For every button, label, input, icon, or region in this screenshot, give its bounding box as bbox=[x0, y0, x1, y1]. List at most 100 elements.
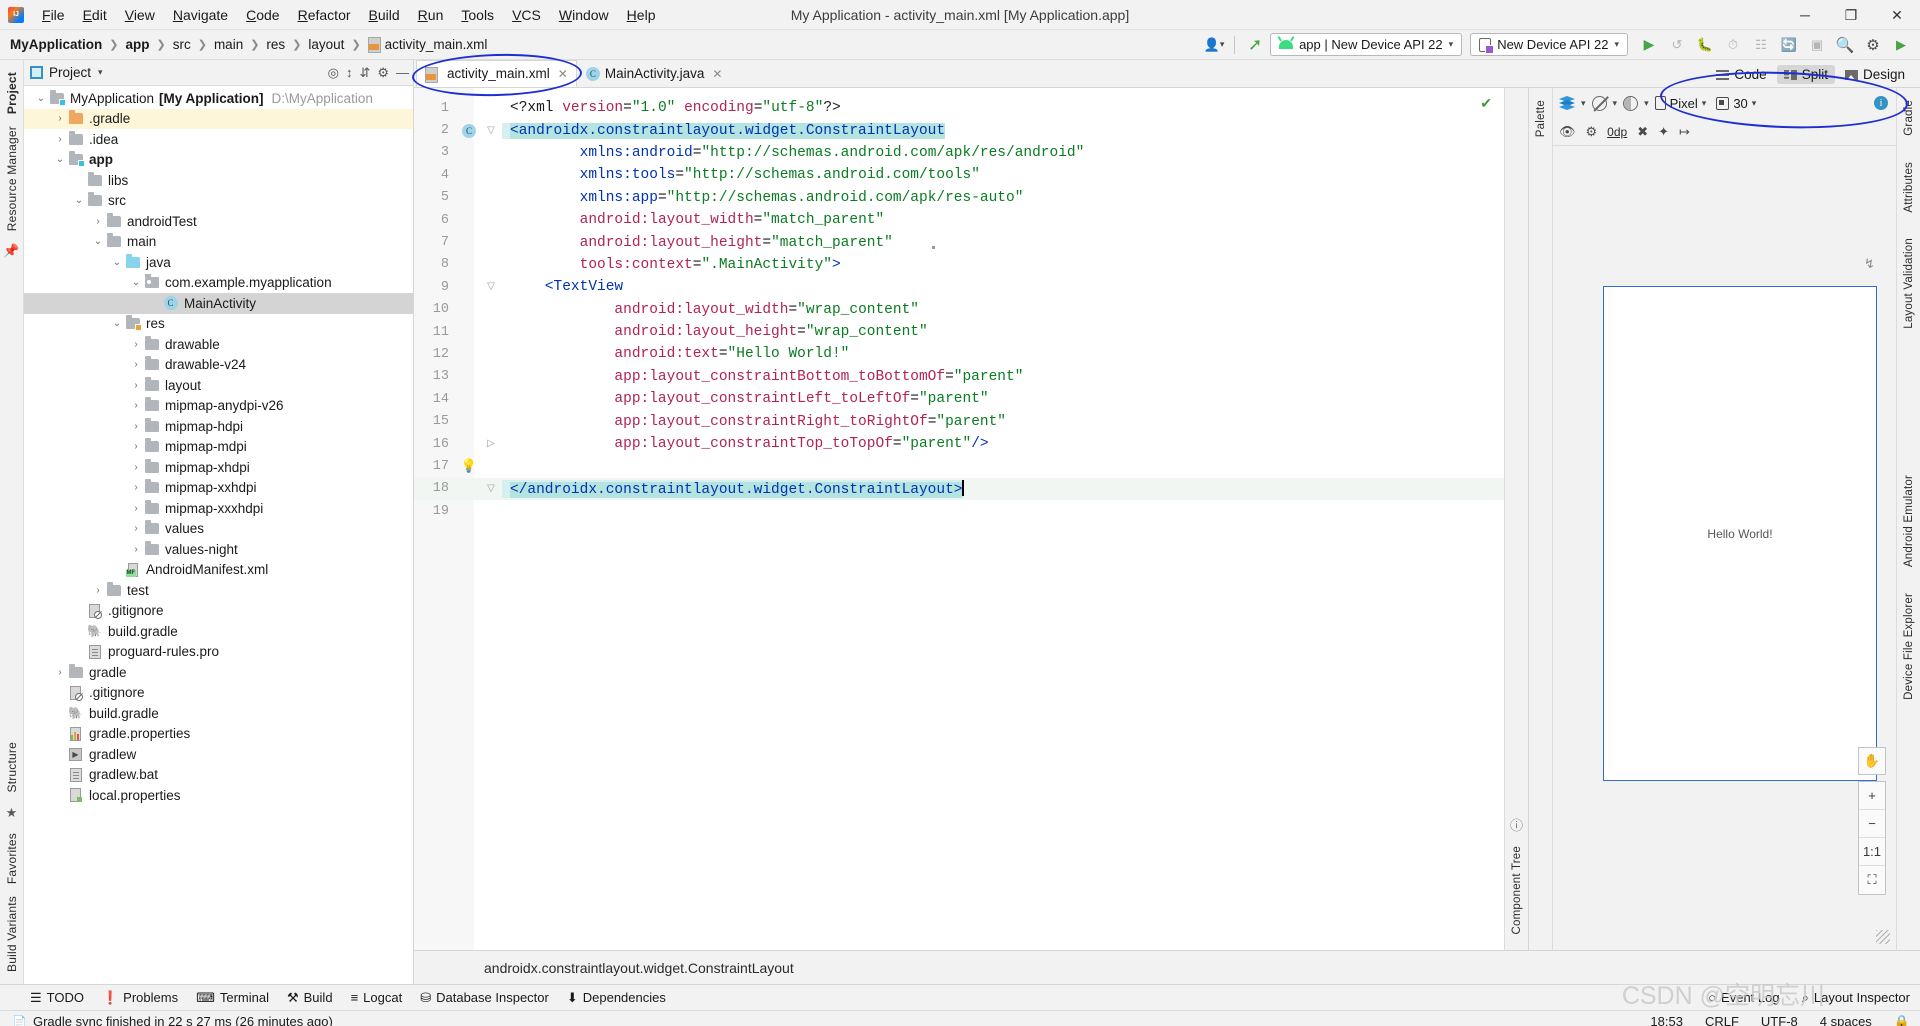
tree-node-androidmanifest-xml[interactable]: MF AndroidManifest.xml bbox=[24, 560, 413, 581]
code-line-14[interactable]: 14 app:layout_constraintLeft_toLeftOf="p… bbox=[414, 388, 1504, 410]
tree-node--gradle[interactable]: › .gradle bbox=[24, 108, 413, 129]
tool-window-layout-inspector[interactable]: ⌕ Layout Inspector bbox=[1802, 990, 1910, 1006]
status-encoding[interactable]: UTF-8 bbox=[1761, 1014, 1798, 1026]
device-selector[interactable]: New Device API 22 ▾ bbox=[1470, 33, 1628, 56]
code-line-12[interactable]: 12 android:text="Hello World!" bbox=[414, 343, 1504, 365]
code-line-16[interactable]: 16 ▷ app:layout_constraintTop_toTopOf="pa… bbox=[414, 433, 1504, 455]
design-mode-icon[interactable] bbox=[1559, 96, 1575, 110]
tree-node-mipmap-anydpi-v26[interactable]: › mipmap-anydpi-v26 bbox=[24, 396, 413, 417]
tree-node-mipmap-xxxhdpi[interactable]: › mipmap-xxxhdpi bbox=[24, 498, 413, 519]
tree-node-mipmap-xxhdpi[interactable]: › mipmap-xxhdpi bbox=[24, 478, 413, 499]
tool-window-problems[interactable]: ❗ Problems bbox=[102, 990, 178, 1006]
code-line-18[interactable]: 18 ▽ </androidx.constraintlayout.widget.Co… bbox=[414, 477, 1504, 501]
tree-node-layout[interactable]: › layout bbox=[24, 375, 413, 396]
menu-item-file[interactable]: File bbox=[33, 3, 74, 27]
tree-expander-icon[interactable]: › bbox=[91, 216, 105, 227]
status-lock-icon[interactable]: 🔒 bbox=[1894, 1014, 1910, 1026]
tool-window-build[interactable]: ⚒ Build bbox=[287, 990, 333, 1006]
settings-gear-icon[interactable]: ⚙ bbox=[1860, 33, 1886, 57]
close-icon[interactable]: ✕ bbox=[712, 67, 722, 81]
tree-node-values[interactable]: › values bbox=[24, 519, 413, 540]
project-tree[interactable]: ⌄ MyApplication [My Application] D:\MyAppli… bbox=[24, 86, 413, 984]
code-line-13[interactable]: 13 app:layout_constraintBottom_toBottomO… bbox=[414, 366, 1504, 388]
tree-expander-icon[interactable]: › bbox=[129, 421, 143, 432]
default-margin-value[interactable]: 0dp bbox=[1607, 125, 1627, 139]
sidebar-tab-resource-manager[interactable]: Resource Manager bbox=[3, 120, 21, 237]
tree-expander-icon[interactable]: › bbox=[129, 400, 143, 411]
close-icon[interactable]: ✕ bbox=[558, 67, 568, 81]
code-line-10[interactable]: 10 android:layout_width="wrap_content" bbox=[414, 299, 1504, 321]
sidebar-tab-structure[interactable]: Structure bbox=[3, 736, 21, 799]
menu-item-help[interactable]: Help bbox=[618, 3, 665, 27]
run-configuration-selector[interactable]: app | New Device API 22 ▾ bbox=[1270, 33, 1463, 56]
panel-settings-gear-icon[interactable]: ⚙ bbox=[377, 65, 389, 81]
menu-item-tools[interactable]: Tools bbox=[452, 3, 503, 27]
sidebar-tab-project[interactable]: Project bbox=[3, 66, 21, 120]
collapse-all-icon[interactable]: ⇵ bbox=[359, 65, 370, 81]
tab-palette[interactable]: Palette bbox=[1533, 94, 1549, 143]
menu-item-refactor[interactable]: Refactor bbox=[289, 3, 360, 27]
warning-icon[interactable]: ⓘ bbox=[1510, 815, 1523, 834]
sidebar-tab-attributes[interactable]: Attributes bbox=[1901, 156, 1917, 219]
maximize-button[interactable]: ❐ bbox=[1828, 0, 1874, 30]
attach-debugger-icon[interactable]: ☷ bbox=[1748, 33, 1774, 57]
sidebar-tab-layout-validation[interactable]: Layout Validation bbox=[1901, 232, 1917, 335]
tree-node-res[interactable]: ⌄ res bbox=[24, 314, 413, 335]
tool-window-dependencies[interactable]: ⬇ Dependencies bbox=[567, 990, 666, 1006]
tree-node-values-night[interactable]: › values-night bbox=[24, 539, 413, 560]
tree-node-app[interactable]: ⌄ app bbox=[24, 150, 413, 171]
profile-icon[interactable]: ⏱ bbox=[1720, 33, 1746, 57]
tree-node-java[interactable]: ⌄ java bbox=[24, 252, 413, 273]
info-badge[interactable]: i bbox=[1874, 96, 1888, 110]
baseline-align-icon[interactable]: ↦ bbox=[1679, 124, 1690, 140]
intention-bulb-icon[interactable]: 💡 bbox=[461, 459, 477, 474]
show-constraints-icon[interactable]: 👁 bbox=[1559, 124, 1576, 140]
tree-node--gitignore[interactable]: .gitignore bbox=[24, 683, 413, 704]
view-mode-design-button[interactable]: Design bbox=[1838, 65, 1912, 84]
breadcrumb-item-activity-main-xml[interactable]: activity_main.xml bbox=[366, 36, 490, 53]
sync-gradle-icon[interactable]: 🔄 bbox=[1776, 33, 1802, 57]
tool-window-event-log[interactable]: ○ Event Log bbox=[1708, 990, 1779, 1005]
code-line-19[interactable]: 19 bbox=[414, 500, 1504, 522]
tree-node-gradlew[interactable]: ▶ gradlew bbox=[24, 744, 413, 765]
resize-handle[interactable] bbox=[1876, 930, 1890, 944]
tool-window-database-inspector[interactable]: ⛁ Database Inspector bbox=[420, 990, 549, 1006]
zoom-actual-size-button[interactable]: 1:1 bbox=[1859, 838, 1885, 866]
menu-item-code[interactable]: Code bbox=[237, 3, 288, 27]
breadcrumb-item-main[interactable]: main bbox=[212, 36, 245, 53]
window-controls[interactable]: ─ ❐ ✕ bbox=[1782, 0, 1920, 30]
tree-expander-icon[interactable]: ⌄ bbox=[53, 154, 67, 165]
autoconnect-icon[interactable]: ⚙ bbox=[1586, 124, 1598, 140]
tree-node-com-example-myapplication[interactable]: ⌄ com.example.myapplication bbox=[24, 273, 413, 294]
code-line-8[interactable]: 8 tools:context=".MainActivity"> bbox=[414, 254, 1504, 276]
favorites-star-icon[interactable]: ★ bbox=[6, 805, 18, 821]
code-line-11[interactable]: 11 android:layout_height="wrap_content" bbox=[414, 321, 1504, 343]
api-combo[interactable]: 30 ▾ bbox=[1716, 96, 1756, 111]
code-line-6[interactable]: 6 android:layout_width="match_parent" bbox=[414, 209, 1504, 231]
tree-node-androidtest[interactable]: › androidTest bbox=[24, 211, 413, 232]
tree-expander-icon[interactable]: › bbox=[129, 544, 143, 555]
tree-node-mipmap-xhdpi[interactable]: › mipmap-xhdpi bbox=[24, 457, 413, 478]
breadcrumb-item-src[interactable]: src bbox=[171, 36, 193, 53]
tree-node-drawable-v24[interactable]: › drawable-v24 bbox=[24, 355, 413, 376]
code-fold-handle[interactable]: ▽ bbox=[480, 483, 502, 495]
tree-expander-icon[interactable]: › bbox=[129, 339, 143, 350]
user-avatar-icon[interactable]: 👤 ▾ bbox=[1201, 33, 1227, 57]
breadcrumb-item-myapplication[interactable]: MyApplication bbox=[8, 36, 104, 53]
editor-tab-mainactivity-java[interactable]: C MainActivity.java ✕ bbox=[577, 60, 732, 87]
zoom-fit-button[interactable]: ⛶ bbox=[1859, 866, 1885, 894]
tree-expander-icon[interactable]: ⌄ bbox=[110, 318, 124, 329]
infer-constraints-icon[interactable]: ✦ bbox=[1658, 124, 1669, 140]
tree-expander-icon[interactable]: ⌄ bbox=[129, 277, 143, 288]
code-line-5[interactable]: 5 xmlns:app="http://schemas.android.com/… bbox=[414, 187, 1504, 209]
tab-component-tree[interactable]: Component Tree bbox=[1509, 840, 1525, 940]
code-lines[interactable]: 1 <?xml version="1.0" encoding="utf-8"?> 2… bbox=[414, 88, 1504, 522]
tree-node-main[interactable]: ⌄ main bbox=[24, 232, 413, 253]
tree-node-myapplication[interactable]: ⌄ MyApplication [My Application] D:\MyAppli… bbox=[24, 88, 413, 109]
tool-window-logcat[interactable]: ≡ Logcat bbox=[351, 990, 403, 1005]
menu-item-edit[interactable]: Edit bbox=[74, 3, 116, 27]
tree-expander-icon[interactable]: › bbox=[129, 523, 143, 534]
status-indent[interactable]: 4 spaces bbox=[1820, 1014, 1872, 1026]
code-line-17[interactable]: 17 💡 bbox=[414, 455, 1504, 477]
tool-window-terminal[interactable]: ⌨ Terminal bbox=[196, 990, 269, 1006]
